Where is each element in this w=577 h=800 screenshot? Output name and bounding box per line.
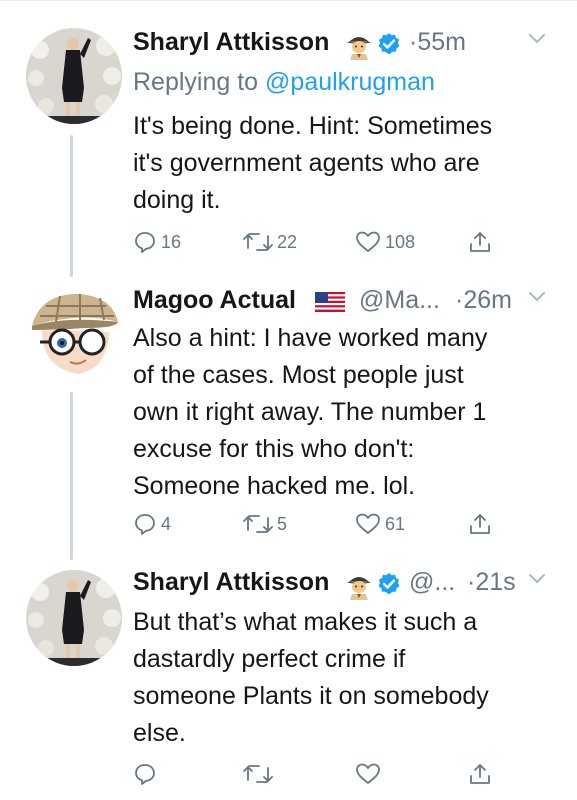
thread-connector [70,392,73,560]
text-line: But that’s what makes it such a [133,608,478,636]
retweet-count: 22 [277,231,298,252]
like-count: 61 [385,513,406,534]
mention-link[interactable]: @paulkrugman [265,68,435,96]
thread-connector [70,135,73,277]
reply-icon [135,232,155,253]
action-bar: 4 5 61 [133,510,513,538]
retweet-count: 5 [277,513,288,534]
heart-icon [356,513,380,534]
avatar-image [26,570,122,666]
retweet-icon [243,233,273,251]
text-line: else. [133,719,186,747]
us-flag-icon [315,292,345,317]
replying-to-label: Replying to [133,68,266,96]
text-line: It's being done. Hint: Sometimes [133,112,493,140]
retweet-button[interactable] [243,760,277,788]
detective-icon [345,30,373,65]
heart-icon [356,231,380,252]
reply-icon [135,514,155,535]
text-line: it's government agents who are [133,149,480,177]
detective-icon [345,570,373,605]
action-bar [133,760,513,788]
verified-icon [377,572,401,601]
retweet-button[interactable]: 22 [243,228,297,256]
share-button[interactable] [468,228,492,256]
retweet-icon [243,765,273,783]
share-button[interactable] [468,760,492,788]
tweet-text: But that’s what makes it such a dastardl… [133,604,553,752]
share-icon [470,232,490,252]
text-line: of the cases. Most people just [133,361,464,389]
chevron-down-icon[interactable] [527,290,547,309]
reply-icon [135,764,155,785]
tweet-header: Magoo Actual @Ma... ·26m [133,284,557,320]
handle[interactable]: @Ma... [359,286,440,315]
chevron-down-icon[interactable] [527,572,547,591]
like-button[interactable] [355,760,385,788]
timestamp[interactable]: ·55m [409,28,466,57]
text-line: someone Plants it on somebody [133,682,489,710]
verified-icon [377,32,401,61]
text-line: excuse for this who don't: [133,435,415,463]
timestamp[interactable]: ·21s [467,568,516,597]
text-line: own it right away. The number 1 [133,398,487,426]
reply-button[interactable]: 4 [133,510,171,538]
text-line: doing it. [133,186,221,214]
reply-button[interactable]: 16 [133,228,181,256]
tweet-header: Sharyl Attkisson @... ·21s [133,566,557,602]
share-icon [470,514,490,534]
avatar[interactable] [26,28,122,124]
action-bar: 16 22 108 [133,228,513,256]
chevron-down-icon[interactable] [527,32,547,51]
share-button[interactable] [468,510,492,538]
like-button[interactable]: 108 [355,228,415,256]
display-name[interactable]: Magoo Actual [133,286,296,315]
replying-to: Replying to @paulkrugman [133,68,435,97]
share-icon [470,764,490,784]
timestamp[interactable]: ·26m [455,286,512,315]
retweet-icon [243,515,273,533]
display-name[interactable]: Sharyl Attkisson [133,568,329,597]
tweet-text: It's being done. Hint: Sometimes it's go… [133,108,553,219]
avatar[interactable] [26,286,122,382]
display-name[interactable]: Sharyl Attkisson [133,28,329,57]
avatar-image [26,286,122,382]
handle[interactable]: @... [409,568,455,597]
retweet-button[interactable]: 5 [243,510,287,538]
avatar[interactable] [26,570,122,666]
like-button[interactable]: 61 [355,510,405,538]
reply-count: 16 [161,231,182,252]
text-line: Someone hacked me. lol. [133,472,416,500]
reply-button[interactable] [133,760,161,788]
text-line: Also a hint: I have worked many [133,324,488,352]
like-count: 108 [385,231,416,252]
tweet-text: Also a hint: I have worked many of the c… [133,320,553,505]
text-line: dastardly perfect crime if [133,645,406,673]
reply-count: 4 [161,513,172,534]
tweet-header: Sharyl Attkisson ·55m [133,26,557,62]
top-divider [0,0,577,1]
avatar-image [26,28,122,124]
heart-icon [356,763,380,784]
